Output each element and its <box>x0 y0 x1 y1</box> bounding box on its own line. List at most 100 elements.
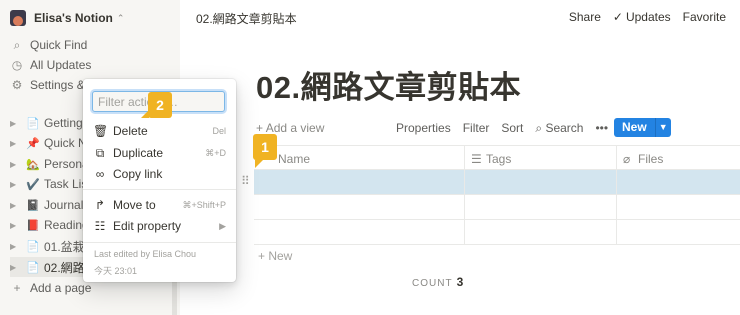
page-icon: 📄 <box>26 240 40 253</box>
updates-button[interactable]: ✓ Updates <box>613 10 671 24</box>
sort-button[interactable]: Sort <box>501 121 523 136</box>
menu-shortcut: ⌘+Shift+P <box>182 199 226 210</box>
search-icon: ⌕ <box>535 121 546 135</box>
new-button-group: New ▼ <box>614 118 671 137</box>
sidebar-item-all-updates[interactable]: ◷ All Updates <box>10 56 92 74</box>
column-divider <box>464 195 465 219</box>
new-row-button[interactable]: + New <box>258 249 292 263</box>
callout-badge-1: 1 <box>253 134 277 168</box>
duplicate-icon: ⧉ <box>95 145 105 160</box>
new-button[interactable]: New <box>614 118 655 137</box>
sidebar-item-label: All Updates <box>30 58 92 72</box>
add-view-label: Add a view <box>265 121 325 135</box>
add-view-button[interactable]: + Add a view <box>256 121 324 135</box>
last-edited-timestamp: 今天 23:01 <box>94 266 138 276</box>
menu-item-label: Edit property <box>113 219 182 233</box>
table-row[interactable] <box>254 220 740 245</box>
column-divider <box>464 170 465 194</box>
workspace-avatar <box>10 10 26 26</box>
menu-item-duplicate[interactable]: ⧉ Duplicate ⌘+D <box>93 144 226 162</box>
chevron-updown-icon: ⌃ <box>116 12 125 23</box>
tags-column-icon: ☰ <box>471 152 482 166</box>
share-button[interactable]: Share <box>569 10 601 24</box>
column-divider <box>616 195 617 219</box>
sidebar-page-label: 01.盆栽 <box>44 239 85 254</box>
house-icon: 🏡 <box>26 158 40 171</box>
check-icon: ✓ <box>612 10 623 24</box>
paperclip-icon: ⌀ <box>623 152 631 166</box>
page-icon: 📄 <box>26 117 40 130</box>
menu-shortcut: ⌘+D <box>205 147 226 158</box>
column-divider <box>616 146 617 169</box>
checkmark-icon: ✔️ <box>26 178 40 191</box>
expand-triangle-icon[interactable]: ▶ <box>10 201 20 210</box>
trash-icon: 🗑 <box>93 124 109 138</box>
callout-badge-2: 2 <box>141 92 172 118</box>
workspace-name: Elisa's Notion <box>34 11 113 25</box>
database-toolbar: + Add a view Properties Filter Sort ⌕ Se… <box>256 118 740 138</box>
expand-triangle-icon[interactable]: ▶ <box>10 139 20 148</box>
column-header-name[interactable]: Name <box>278 152 310 166</box>
last-edited-text: Last edited by Elisa Chou <box>94 249 197 259</box>
menu-item-move-to[interactable]: ↱ Move to ⌘+Shift+P <box>93 196 226 214</box>
menu-item-label: Duplicate <box>113 146 164 160</box>
favorite-button[interactable]: Favorite <box>683 10 726 24</box>
page-icon: 📄 <box>26 261 40 274</box>
chevron-down-icon[interactable]: ▼ <box>654 118 671 137</box>
menu-item-label: Move to <box>113 198 156 212</box>
search-button[interactable]: ⌕ Search <box>535 121 583 136</box>
table-row[interactable] <box>254 195 740 220</box>
table-header-row: Name ☰ Tags ⌀ Files <box>254 145 740 170</box>
sidebar-item-label: Settings & <box>30 78 85 92</box>
sidebar-item-label: Quick Find <box>30 38 88 52</box>
column-header-files[interactable]: Files <box>638 152 663 166</box>
link-icon: ∞ <box>95 167 105 181</box>
menu-item-edit-property[interactable]: ☷ Edit property ▶ <box>93 217 226 235</box>
expand-triangle-icon[interactable]: ▶ <box>10 180 20 189</box>
expand-triangle-icon[interactable]: ▶ <box>10 263 20 272</box>
expand-triangle-icon[interactable]: ▶ <box>10 221 20 230</box>
add-page-button[interactable]: + Add a page <box>10 279 91 297</box>
breadcrumb[interactable]: 02.網路文章剪貼本 <box>196 10 297 27</box>
page-title[interactable]: 02.網路文章剪貼本 <box>256 62 521 107</box>
column-divider <box>464 220 465 244</box>
count-value: 3 <box>456 275 464 289</box>
plus-icon: + <box>256 121 266 135</box>
new-row-label: New <box>268 249 293 263</box>
table-row[interactable] <box>254 170 740 195</box>
expand-triangle-icon[interactable]: ▶ <box>10 119 20 128</box>
sidebar-page-label: Journal <box>44 198 84 212</box>
menu-divider <box>83 242 236 243</box>
menu-shortcut: Del <box>212 126 226 136</box>
menu-item-delete[interactable]: 🗑 Delete Del <box>93 122 226 140</box>
column-divider <box>616 220 617 244</box>
menu-item-copy-link[interactable]: ∞ Copy link <box>93 165 226 183</box>
book-icon: 📕 <box>26 219 40 232</box>
properties-button[interactable]: Properties <box>396 121 451 136</box>
plus-icon: + <box>258 249 269 263</box>
filter-button[interactable]: Filter <box>463 121 490 136</box>
list-icon: ☷ <box>94 219 106 233</box>
menu-item-label: Delete <box>113 124 148 138</box>
more-button[interactable]: ••• <box>595 121 608 136</box>
expand-triangle-icon[interactable]: ▶ <box>10 242 20 251</box>
pin-icon: 📌 <box>26 137 40 150</box>
count-footer: COUNT 3 <box>412 275 463 289</box>
search-label: Search <box>545 121 584 135</box>
column-header-tags[interactable]: Tags <box>486 152 511 166</box>
search-icon: ⌕ <box>13 37 21 52</box>
topbar: 02.網路文章剪貼本 Share ✓ Updates Favorite <box>180 0 740 34</box>
sidebar-item-settings[interactable]: ⚙ Settings & <box>10 76 85 94</box>
drag-handle-icon[interactable]: ⠿ <box>241 175 250 187</box>
database-table: Name ☰ Tags ⌀ Files + New <box>254 145 740 263</box>
count-label: COUNT <box>412 278 453 289</box>
plus-icon: + <box>13 281 21 295</box>
updates-label: Updates <box>625 10 671 24</box>
workspace-switcher[interactable]: Elisa's Notion ⌃ <box>10 9 124 27</box>
move-arrow-icon: ↱ <box>94 198 106 212</box>
expand-triangle-icon[interactable]: ▶ <box>10 160 20 169</box>
notebook-icon: 📓 <box>26 199 40 212</box>
menu-divider <box>83 189 236 190</box>
column-divider <box>464 146 465 169</box>
sidebar-item-quick-find[interactable]: ⌕ Quick Find <box>10 36 88 54</box>
